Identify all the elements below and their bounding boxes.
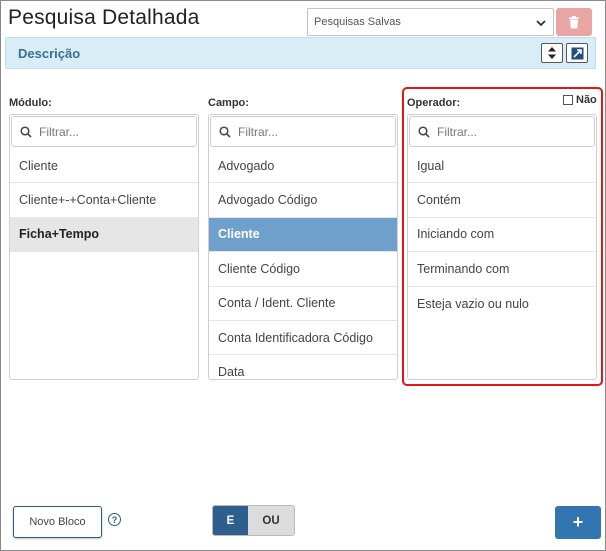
page-title: Pesquisa Detalhada bbox=[8, 6, 200, 29]
negate-checkbox[interactable] bbox=[563, 95, 573, 105]
description-label: Descrição bbox=[18, 46, 81, 61]
list-item[interactable]: Conta / Ident. Cliente bbox=[209, 287, 397, 321]
search-icon bbox=[219, 125, 231, 138]
operador-filter-input[interactable]: Filtrar... bbox=[409, 116, 595, 147]
list-item[interactable]: Cliente+-+Conta+Cliente bbox=[10, 183, 198, 218]
delete-search-button[interactable] bbox=[556, 8, 592, 36]
trash-icon bbox=[569, 15, 579, 28]
list-item[interactable]: Advogado bbox=[209, 149, 397, 184]
list-item[interactable]: Conta Identificadora Código bbox=[209, 321, 397, 356]
list-item[interactable]: Contém bbox=[408, 183, 596, 218]
list-item[interactable]: Esteja vazio ou nulo bbox=[408, 287, 596, 321]
operador-label: Operador: bbox=[407, 97, 461, 109]
expand-button[interactable] bbox=[566, 43, 588, 63]
chevron-down-icon bbox=[536, 20, 546, 27]
sort-icon bbox=[548, 47, 556, 59]
search-icon bbox=[20, 125, 32, 138]
operador-list-box: Filtrar... Igual Contém Iniciando com Te… bbox=[407, 114, 597, 380]
operador-filter-placeholder: Filtrar... bbox=[437, 124, 478, 139]
list-item[interactable]: Terminando com bbox=[408, 252, 596, 287]
saved-searches-select[interactable]: Pesquisas Salvas bbox=[307, 8, 554, 36]
logic-toggle: E OU bbox=[212, 505, 295, 536]
campo-filter-input[interactable]: Filtrar... bbox=[210, 116, 396, 147]
new-block-button[interactable]: Novo Bloco bbox=[13, 506, 102, 538]
modulo-list: Cliente Cliente+-+Conta+Cliente Ficha+Te… bbox=[10, 149, 198, 253]
expand-icon bbox=[571, 47, 583, 59]
campo-list-box: Filtrar... Advogado Advogado Código Clie… bbox=[208, 114, 398, 380]
list-item[interactable]: Cliente Código bbox=[209, 252, 397, 287]
sort-button[interactable] bbox=[541, 43, 563, 63]
modulo-filter-input[interactable]: Filtrar... bbox=[11, 116, 197, 147]
negate-checkbox-group[interactable]: Não bbox=[563, 94, 597, 106]
modulo-label: Módulo: bbox=[9, 97, 52, 109]
help-icon[interactable]: ? bbox=[108, 513, 121, 526]
add-condition-button[interactable]: + bbox=[555, 506, 601, 539]
list-item[interactable]: Cliente bbox=[10, 149, 198, 184]
list-item-selected[interactable]: Cliente bbox=[209, 217, 397, 253]
campo-list: Advogado Advogado Código Cliente Cliente… bbox=[209, 149, 397, 379]
list-item[interactable]: Iniciando com bbox=[408, 218, 596, 253]
list-item[interactable]: Advogado Código bbox=[209, 183, 397, 218]
modulo-list-box: Filtrar... Cliente Cliente+-+Conta+Clien… bbox=[9, 114, 199, 380]
description-bar[interactable]: Descrição bbox=[5, 37, 596, 69]
list-item-selected[interactable]: Ficha+Tempo bbox=[10, 217, 198, 253]
negate-label: Não bbox=[576, 94, 597, 106]
and-button[interactable]: E bbox=[213, 506, 248, 535]
search-icon bbox=[418, 125, 430, 138]
or-button[interactable]: OU bbox=[248, 506, 294, 535]
campo-label: Campo: bbox=[208, 97, 249, 109]
operador-list: Igual Contém Iniciando com Terminando co… bbox=[408, 149, 596, 321]
list-item[interactable]: Data bbox=[209, 355, 397, 379]
modulo-filter-placeholder: Filtrar... bbox=[39, 124, 80, 139]
saved-searches-value: Pesquisas Salvas bbox=[314, 16, 401, 28]
campo-filter-placeholder: Filtrar... bbox=[238, 124, 279, 139]
list-item[interactable]: Igual bbox=[408, 149, 596, 184]
